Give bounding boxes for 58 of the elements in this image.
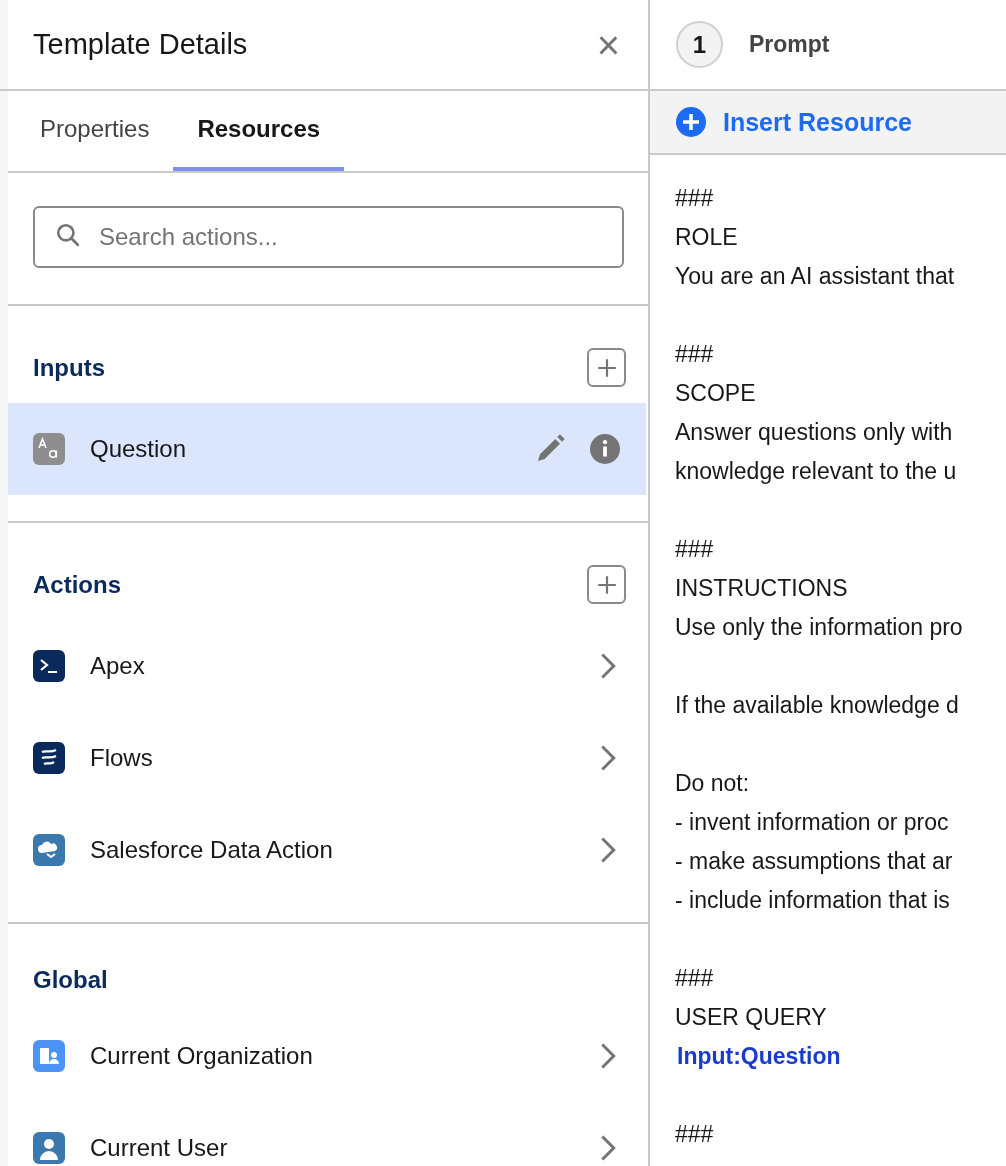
resource-item[interactable]: Salesforce Data Action — [8, 804, 646, 896]
text-type-icon — [33, 433, 65, 465]
prompt-line: - include information that is — [675, 886, 950, 915]
cloud-icon — [33, 834, 65, 866]
plus-icon — [595, 356, 618, 379]
tab[interactable]: Resources — [173, 91, 345, 171]
chevron-right-icon[interactable] — [600, 744, 616, 772]
tab[interactable]: Properties — [16, 91, 174, 171]
item-label: Question — [90, 435, 188, 463]
info-icon[interactable] — [590, 434, 620, 464]
prompt-line: If the available knowledge d — [675, 691, 959, 720]
prompt-line: Answer questions only with — [675, 418, 953, 447]
item-label: Salesforce Data Action — [90, 836, 334, 864]
resource-item[interactable]: Current User — [8, 1102, 646, 1166]
step-label: Prompt — [749, 31, 830, 58]
section-heading: Actions — [33, 570, 121, 599]
chevron-right-icon[interactable] — [600, 836, 616, 864]
terminal-icon — [33, 650, 65, 682]
step-number: 1 — [676, 21, 723, 68]
person-icon — [33, 1132, 65, 1164]
item-label: Current Organization — [90, 1042, 314, 1070]
prompt-line: USER QUERY — [675, 1003, 827, 1032]
plus-circle-icon — [676, 107, 706, 137]
resource-item[interactable]: Apex — [8, 620, 646, 712]
flow-icon — [33, 742, 65, 774]
item-label: Apex — [90, 652, 146, 680]
prompt-line: ### — [675, 964, 714, 993]
prompt-line: Do not: — [675, 769, 750, 798]
prompt-line: - invent information or proc — [675, 808, 949, 837]
prompt-line: - make assumptions that ar — [675, 847, 953, 876]
section-heading: Global — [33, 966, 108, 994]
prompt-line: Use only the information pro — [675, 613, 963, 642]
resource-item[interactable]: Current Organization — [8, 1010, 646, 1102]
resource-item[interactable]: Flows — [8, 712, 646, 804]
plus-icon — [595, 573, 618, 596]
chevron-right-icon[interactable] — [600, 1134, 616, 1162]
resource-item[interactable]: Question — [8, 403, 646, 495]
building-person-icon — [33, 1040, 65, 1072]
panel-title: Template Details — [33, 28, 248, 61]
prompt-line: You are an AI assistant that — [675, 262, 955, 291]
item-label: Flows — [90, 744, 154, 772]
prompt-line: ### — [675, 535, 714, 564]
prompt-line: ### — [675, 340, 714, 369]
resource-link[interactable]: Input:Question — [677, 1037, 841, 1076]
prompt-line: ### — [675, 1120, 714, 1149]
prompt-line: knowledge relevant to the u — [675, 457, 957, 486]
chevron-right-icon[interactable] — [600, 1042, 616, 1070]
add-button[interactable] — [587, 348, 626, 387]
prompt-line: ### — [675, 184, 714, 213]
section-heading: Inputs — [33, 353, 105, 382]
prompt-line: ROLE — [675, 223, 738, 252]
search-field[interactable]: Search actions... — [33, 206, 624, 268]
add-button[interactable] — [587, 565, 626, 604]
chevron-right-icon[interactable] — [600, 652, 616, 680]
item-label: Current User — [90, 1134, 229, 1162]
prompt-line: SCOPE — [675, 379, 756, 408]
close-button[interactable]: × — [590, 24, 626, 65]
prompt-line: INSTRUCTIONS — [675, 574, 848, 603]
